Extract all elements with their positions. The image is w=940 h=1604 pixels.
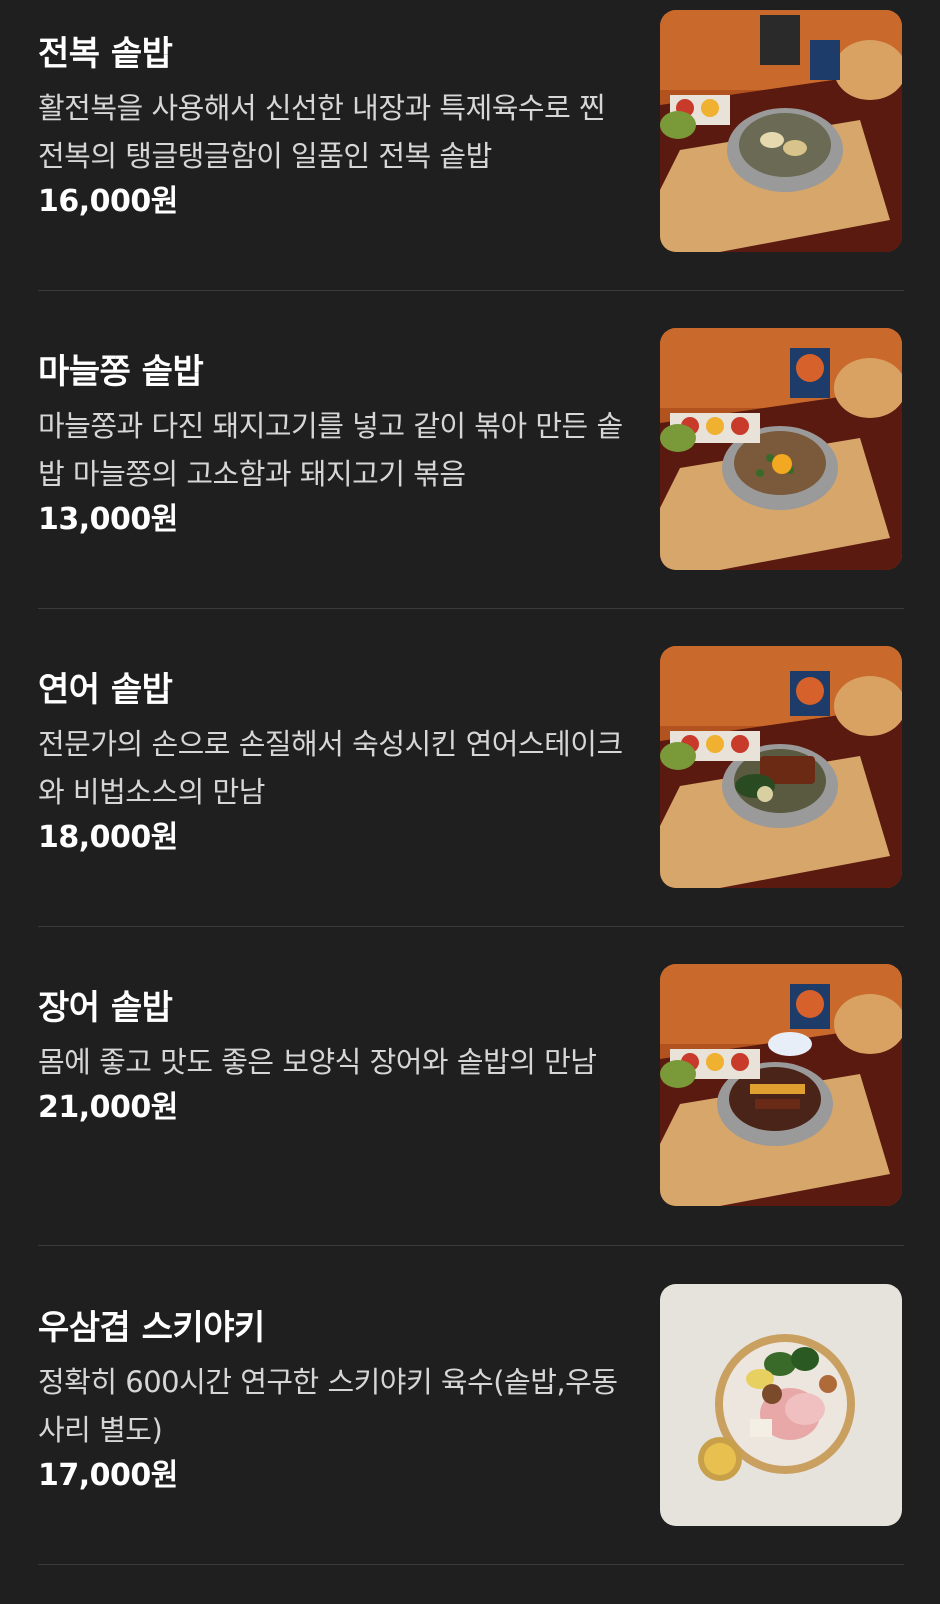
- menu-item-price: 13,000원: [38, 502, 178, 537]
- menu-item-text: 우삼겹 스키야키 정확히 600시간 연구한 스키야키 육수(솥밥,우동사리 별…: [38, 1306, 628, 1496]
- menu-item-beef-sukiyaki[interactable]: 우삼겹 스키야키 정확히 600시간 연구한 스키야키 육수(솥밥,우동사리 별…: [0, 1284, 940, 1604]
- menu-item-description: 활전복을 사용해서 신선한 내장과 특제육수로 찐 전복의 탱글탱글함이 일품인…: [38, 91, 606, 173]
- menu-item-eel-sotbap[interactable]: 장어 솥밥 몸에 좋고 맛도 좋은 보양식 장어와 솥밥의 만남 21,000원: [0, 964, 940, 1284]
- menu-item-text: 연어 솥밥 전문가의 손으로 손질해서 숙성시킨 연어스테이크와 비법소스의 만…: [38, 668, 628, 858]
- divider: [38, 608, 904, 609]
- menu-item-name: 마늘쫑 솥밥: [38, 352, 204, 392]
- menu-item-price: 17,000원: [38, 1458, 178, 1493]
- menu-item-name: 전복 솥밥: [38, 34, 173, 74]
- menu-list: 전복 솥밥 활전복을 사용해서 신선한 내장과 특제육수로 찐 전복의 탱글탱글…: [0, 0, 940, 1580]
- menu-item-text: 장어 솥밥 몸에 좋고 맛도 좋은 보양식 장어와 솥밥의 만남 21,000원: [38, 986, 628, 1128]
- menu-item-abalone-sotbap[interactable]: 전복 솥밥 활전복을 사용해서 신선한 내장과 특제육수로 찐 전복의 탱글탱글…: [0, 10, 940, 330]
- menu-item-description: 정확히 600시간 연구한 스키야키 육수(솥밥,우동사리 별도): [38, 1365, 618, 1447]
- menu-item-garlic-stem-sotbap[interactable]: 마늘쫑 솥밥 마늘쫑과 다진 돼지고기를 넣고 같이 볶아 만든 솥밥 마늘쫑의…: [0, 328, 940, 648]
- menu-item-name: 장어 솥밥: [38, 988, 173, 1028]
- beef-sukiyaki-photo[interactable]: [660, 1284, 902, 1526]
- divider: [38, 926, 904, 927]
- menu-item-salmon-sotbap[interactable]: 연어 솥밥 전문가의 손으로 손질해서 숙성시킨 연어스테이크와 비법소스의 만…: [0, 646, 940, 966]
- menu-item-price: 18,000원: [38, 820, 178, 855]
- salmon-sotbap-photo[interactable]: [660, 646, 902, 888]
- garlic-stem-sotbap-photo[interactable]: [660, 328, 902, 570]
- menu-item-name: 우삼겹 스키야키: [38, 1308, 265, 1348]
- divider: [38, 1245, 904, 1246]
- menu-item-price: 21,000원: [38, 1090, 178, 1125]
- menu-item-text: 전복 솥밥 활전복을 사용해서 신선한 내장과 특제육수로 찐 전복의 탱글탱글…: [38, 32, 628, 222]
- menu-item-description: 몸에 좋고 맛도 좋은 보양식 장어와 솥밥의 만남: [38, 1045, 597, 1079]
- menu-item-price: 16,000원: [38, 184, 178, 219]
- divider: [38, 1564, 904, 1565]
- abalone-sotbap-photo[interactable]: [660, 10, 902, 252]
- menu-item-description: 마늘쫑과 다진 돼지고기를 넣고 같이 볶아 만든 솥밥 마늘쫑의 고소함과 돼…: [38, 409, 623, 491]
- menu-item-text: 마늘쫑 솥밥 마늘쫑과 다진 돼지고기를 넣고 같이 볶아 만든 솥밥 마늘쫑의…: [38, 350, 628, 540]
- eel-sotbap-photo[interactable]: [660, 964, 902, 1206]
- menu-item-description: 전문가의 손으로 손질해서 숙성시킨 연어스테이크와 비법소스의 만남: [38, 727, 623, 809]
- divider: [38, 290, 904, 291]
- menu-item-name: 연어 솥밥: [38, 670, 173, 710]
